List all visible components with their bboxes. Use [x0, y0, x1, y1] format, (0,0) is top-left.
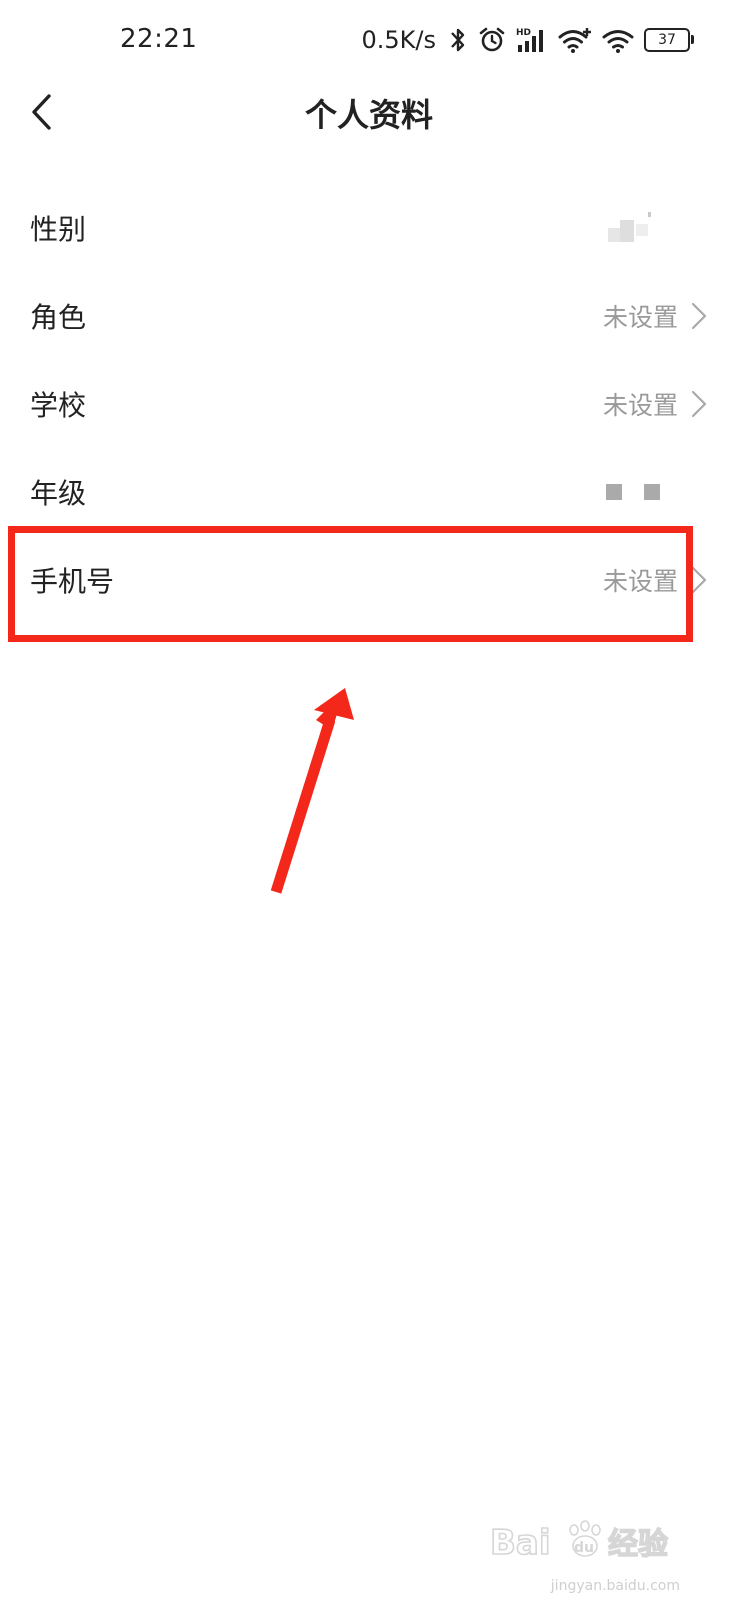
school-label: 学校	[30, 389, 87, 422]
page-title: 个人资料	[304, 96, 433, 134]
school-row[interactable]: 学校 未设置	[0, 360, 738, 448]
alarm-icon	[478, 26, 506, 54]
chevron-right-icon	[690, 389, 708, 419]
phone-row[interactable]: 手机号 未设置	[0, 536, 738, 624]
role-value: 未设置	[602, 303, 678, 332]
red-arrow-annotation	[270, 688, 354, 894]
role-label: 角色	[30, 301, 87, 334]
gender-label: 性别	[30, 213, 87, 246]
wifi-icon	[602, 26, 634, 54]
gender-value-blurred	[608, 212, 652, 244]
battery-icon: 37	[644, 28, 694, 52]
status-time: 22:21	[120, 24, 198, 54]
chevron-right-icon	[690, 565, 708, 595]
phone-label: 手机号	[30, 565, 115, 598]
wifi-plus-icon	[558, 26, 592, 54]
svg-text:经验: 经验	[608, 1527, 668, 1562]
status-icons: 0.5K/s HD 37	[361, 22, 694, 58]
grade-row[interactable]: 年级	[0, 448, 738, 536]
status-bar: 22:21 0.5K/s HD 37	[0, 0, 738, 80]
role-row[interactable]: 角色 未设置	[0, 272, 738, 360]
baidu-watermark-logo: Bai du 经验	[490, 1520, 669, 1564]
phone-value: 未设置	[602, 567, 678, 596]
svg-text:Bai: Bai	[490, 1523, 551, 1563]
hd-signal-icon: HD	[516, 26, 548, 54]
svg-text:HD: HD	[516, 28, 531, 38]
net-speed: 0.5K/s	[361, 26, 437, 54]
grade-value-blurred	[606, 484, 660, 500]
nav-header: 个人资料	[0, 80, 738, 144]
watermark-url: jingyan.baidu.com	[550, 1578, 680, 1594]
svg-text:du: du	[574, 1540, 594, 1556]
gender-row[interactable]: 性别	[0, 184, 738, 272]
bluetooth-icon	[448, 26, 468, 54]
profile-list: 性别 角色 未设置 学校 未设置 年级 手机号 未设置	[0, 184, 738, 624]
grade-label: 年级	[30, 477, 87, 510]
chevron-right-icon	[690, 301, 708, 331]
school-value: 未设置	[602, 391, 678, 420]
